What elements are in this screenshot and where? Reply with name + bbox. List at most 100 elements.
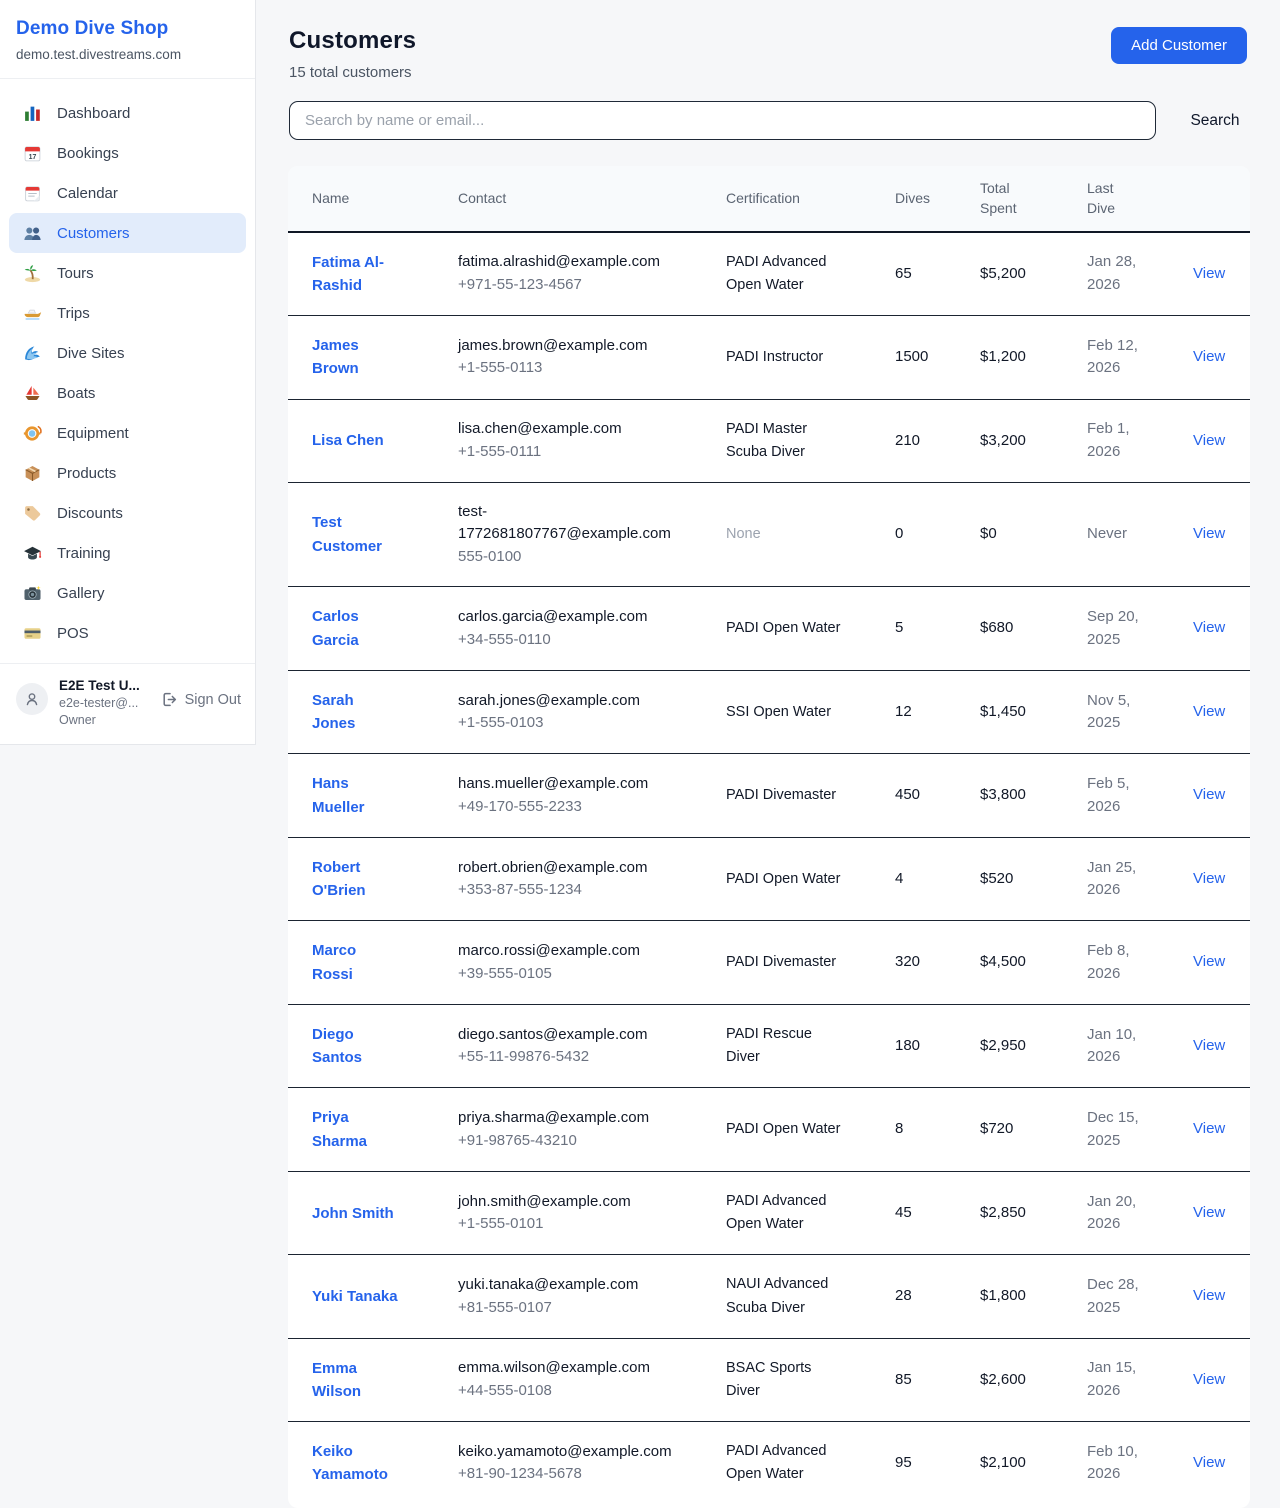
view-customer-link[interactable]: View	[1193, 786, 1225, 803]
sidebar-item-bookings[interactable]: 17 Bookings	[9, 133, 246, 173]
customer-contact-cell: priya.sharma@example.com +91-98765-43210	[434, 1088, 702, 1172]
customer-last-dive: Dec 28, 2025	[1063, 1255, 1169, 1338]
view-customer-link[interactable]: View	[1193, 265, 1225, 282]
customer-actions-cell: View	[1169, 1171, 1250, 1254]
customer-certification: PADI Advanced Open Water	[702, 1171, 871, 1254]
customer-actions-cell: View	[1169, 587, 1250, 671]
customer-total-spent: $2,850	[956, 1171, 1063, 1254]
sidebar-item-products[interactable]: Products	[9, 453, 246, 493]
customer-last-dive: Jan 20, 2026	[1063, 1171, 1169, 1254]
customer-name-link[interactable]: Diego Santos	[288, 1004, 434, 1088]
svg-text:17: 17	[28, 153, 36, 160]
sidebar-item-gallery[interactable]: Gallery	[9, 573, 246, 613]
view-customer-link[interactable]: View	[1193, 348, 1225, 365]
view-customer-link[interactable]: View	[1193, 432, 1225, 449]
customer-name-link[interactable]: Carlos Garcia	[288, 587, 434, 671]
customer-name-link[interactable]: Hans Mueller	[288, 754, 434, 838]
dive-mask-icon	[22, 423, 42, 443]
customer-dives: 1500	[871, 316, 956, 400]
customer-email: robert.obrien@example.com	[458, 857, 668, 880]
search-input[interactable]	[289, 101, 1156, 140]
customer-contact-cell: diego.santos@example.com +55-11-99876-54…	[434, 1004, 702, 1088]
shop-name: Demo Dive Shop	[16, 18, 239, 40]
sidebar-item-trips[interactable]: Trips	[9, 293, 246, 333]
sidebar-item-boats[interactable]: Boats	[9, 373, 246, 413]
sidebar-user-footer: E2E Test U... e2e-tester@... Owner Sign …	[0, 663, 255, 744]
customer-name-link[interactable]: James Brown	[288, 316, 434, 400]
customer-last-dive: Nov 5, 2025	[1063, 670, 1169, 754]
customer-row: Fatima Al-Rashid fatima.alrashid@example…	[288, 232, 1250, 316]
view-customer-link[interactable]: View	[1193, 1037, 1225, 1054]
customer-last-dive: Jan 10, 2026	[1063, 1004, 1169, 1088]
sidebar-item-dashboard[interactable]: Dashboard	[9, 93, 246, 133]
view-customer-link[interactable]: View	[1193, 525, 1225, 542]
view-customer-link[interactable]: View	[1193, 703, 1225, 720]
sidebar-item-pos[interactable]: POS	[9, 613, 246, 653]
person-icon	[23, 690, 41, 708]
sidebar-item-customers[interactable]: Customers	[9, 213, 246, 253]
customer-actions-cell: View	[1169, 1422, 1250, 1505]
customer-count: 15 total customers	[289, 64, 416, 81]
customer-name-link[interactable]: Keiko Yamamoto	[288, 1422, 434, 1505]
customer-dives: 0	[871, 482, 956, 587]
customer-row: John Smith john.smith@example.com +1-555…	[288, 1171, 1250, 1254]
customer-email: yuki.tanaka@example.com	[458, 1274, 668, 1297]
customer-email: lisa.chen@example.com	[458, 418, 668, 441]
customer-phone: +81-555-0107	[458, 1297, 668, 1320]
customer-name-link[interactable]: Priya Sharma	[288, 1088, 434, 1172]
customer-name-link[interactable]: Test Customer	[288, 482, 434, 587]
customer-actions-cell: View	[1169, 837, 1250, 921]
sidebar-item-label: Gallery	[57, 585, 105, 602]
view-customer-link[interactable]: View	[1193, 953, 1225, 970]
customer-name-link[interactable]: John Smith	[288, 1171, 434, 1254]
customer-email: hans.mueller@example.com	[458, 773, 668, 796]
customer-name-link[interactable]: Emma Wilson	[288, 1338, 434, 1422]
customer-name-link[interactable]: Marco Rossi	[288, 921, 434, 1005]
calendar-icon	[22, 183, 42, 203]
customer-name-link[interactable]: Robert O'Brien	[288, 837, 434, 921]
view-customer-link[interactable]: View	[1193, 1204, 1225, 1221]
customer-contact-cell: emma.wilson@example.com +44-555-0108	[434, 1338, 702, 1422]
customer-actions-cell: View	[1169, 482, 1250, 587]
sidebar-item-dive-sites[interactable]: Dive Sites	[9, 333, 246, 373]
customer-name-link[interactable]: Fatima Al-Rashid	[288, 232, 434, 316]
view-customer-link[interactable]: View	[1193, 1371, 1225, 1388]
view-customer-link[interactable]: View	[1193, 619, 1225, 636]
sidebar-item-label: Discounts	[57, 505, 123, 522]
sidebar-item-training[interactable]: Training	[9, 533, 246, 573]
customer-actions-cell: View	[1169, 921, 1250, 1005]
customer-contact-cell: john.smith@example.com +1-555-0101	[434, 1171, 702, 1254]
sidebar-item-equipment[interactable]: Equipment	[9, 413, 246, 453]
customer-row: Test Customer test-1772681807767@example…	[288, 482, 1250, 587]
customer-name-link[interactable]: Yuki Tanaka	[288, 1255, 434, 1338]
customer-row: Marco Rossi marco.rossi@example.com +39-…	[288, 921, 1250, 1005]
add-customer-button[interactable]: Add Customer	[1111, 27, 1247, 64]
view-customer-link[interactable]: View	[1193, 870, 1225, 887]
sidebar-item-label: Bookings	[57, 145, 119, 162]
customer-email: sarah.jones@example.com	[458, 690, 668, 713]
customer-email: carlos.garcia@example.com	[458, 606, 668, 629]
customer-contact-cell: keiko.yamamoto@example.com +81-90-1234-5…	[434, 1422, 702, 1505]
camera-icon	[22, 583, 42, 603]
sign-out-button[interactable]: Sign Out	[161, 691, 241, 708]
sidebar-item-tours[interactable]: Tours	[9, 253, 246, 293]
view-customer-link[interactable]: View	[1193, 1120, 1225, 1137]
column-header-last-dive: Last Dive	[1063, 166, 1169, 232]
sidebar-item-calendar[interactable]: Calendar	[9, 173, 246, 213]
customer-contact-cell: test-1772681807767@example.com 555-0100	[434, 482, 702, 587]
view-customer-link[interactable]: View	[1193, 1454, 1225, 1471]
view-customer-link[interactable]: View	[1193, 1287, 1225, 1304]
customer-name-link[interactable]: Sarah Jones	[288, 670, 434, 754]
customer-dives: 65	[871, 232, 956, 316]
package-icon	[22, 463, 42, 483]
customer-last-dive: Dec 15, 2025	[1063, 1088, 1169, 1172]
sidebar-item-discounts[interactable]: Discounts	[9, 493, 246, 533]
sidebar-item-label: Dive Sites	[57, 345, 125, 362]
sidebar-item-label: Calendar	[57, 185, 118, 202]
search-button[interactable]: Search	[1183, 112, 1247, 130]
sidebar-item-label: Products	[57, 465, 116, 482]
customer-name-link[interactable]: Lisa Chen	[288, 399, 434, 482]
customer-row: James Brown james.brown@example.com +1-5…	[288, 316, 1250, 400]
sidebar-item-label: Tours	[57, 265, 94, 282]
customer-total-spent: $0	[956, 482, 1063, 587]
